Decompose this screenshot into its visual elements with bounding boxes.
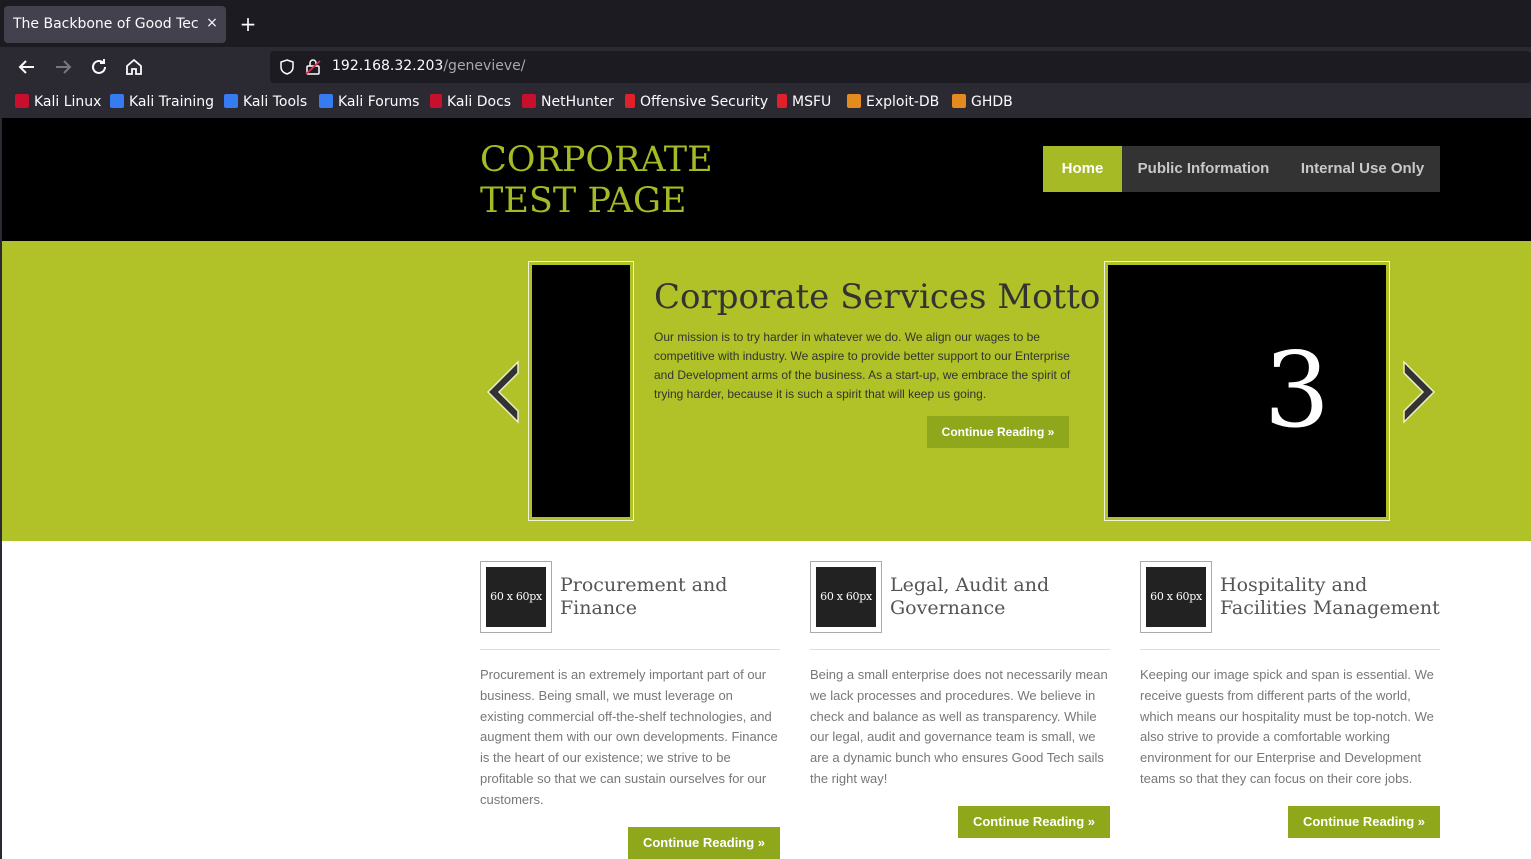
bookmark-label: Offensive Security bbox=[640, 94, 769, 110]
bookmark-kali-training[interactable]: Kali Training bbox=[110, 94, 214, 112]
nethunter-icon bbox=[522, 94, 536, 108]
hero-slider: Corporate Services Motto Our mission is … bbox=[2, 241, 1531, 541]
feature-title: Legal, Audit and Governance bbox=[890, 574, 1050, 619]
offsec-icon bbox=[625, 94, 635, 108]
site-header: CORPORATE TEST PAGE Home Public Informat… bbox=[2, 118, 1531, 241]
bookmarks-toolbar: Kali Linux Kali Training Kali Tools Kali… bbox=[0, 87, 1531, 118]
feature-text: Being a small enterprise does not necess… bbox=[810, 667, 1108, 786]
bookmark-kali-docs[interactable]: Kali Docs bbox=[430, 94, 511, 112]
thumbnail-image[interactable]: 60 x 60px bbox=[810, 561, 882, 633]
bookmark-ghdb[interactable]: GHDB bbox=[952, 94, 1013, 112]
divider bbox=[810, 649, 1110, 650]
slide-image-right[interactable]: 3 bbox=[1104, 261, 1390, 521]
bookmark-label: Kali Linux bbox=[34, 94, 102, 110]
bookmark-offensive-security[interactable]: Offensive Security bbox=[625, 94, 768, 112]
bookmark-label: NetHunter bbox=[541, 94, 614, 110]
bookmark-label: Kali Tools bbox=[243, 94, 308, 110]
forward-arrow-icon[interactable] bbox=[51, 55, 75, 79]
active-tab[interactable]: The Backbone of Good Tech × bbox=[4, 6, 226, 43]
ghdb-icon bbox=[952, 94, 966, 108]
nav-public-information[interactable]: Public Information bbox=[1122, 146, 1285, 192]
navigation-toolbar: 192.168.32.203/genevieve/ bbox=[0, 47, 1531, 87]
new-tab-button[interactable]: + bbox=[236, 12, 260, 36]
home-icon[interactable] bbox=[122, 55, 146, 79]
page-viewport: CORPORATE TEST PAGE Home Public Informat… bbox=[2, 118, 1531, 859]
thumbnail-image[interactable]: 60 x 60px bbox=[480, 561, 552, 633]
tab-title: The Backbone of Good Tech bbox=[13, 16, 199, 32]
logo-line-1: CORPORATE bbox=[480, 140, 713, 180]
tab-bar: The Backbone of Good Tech × + bbox=[0, 0, 1531, 47]
bookmark-label: Kali Docs bbox=[447, 94, 512, 110]
slide-image-right-inner: 3 bbox=[1108, 265, 1386, 517]
url-path: /genevieve/ bbox=[443, 58, 526, 74]
msfu-icon bbox=[777, 94, 787, 108]
kali-training-icon bbox=[110, 94, 124, 108]
kali-icon bbox=[15, 94, 29, 108]
bookmark-kali-forums[interactable]: Kali Forums bbox=[319, 94, 419, 112]
feature-title: Procurement and Finance bbox=[560, 574, 728, 619]
thumbnail-placeholder: 60 x 60px bbox=[486, 567, 546, 627]
url-bar[interactable]: 192.168.32.203/genevieve/ bbox=[270, 51, 1531, 83]
thumbnail-image[interactable]: 60 x 60px bbox=[1140, 561, 1212, 633]
bookmark-label: GHDB bbox=[971, 94, 1013, 110]
reload-icon[interactable] bbox=[87, 55, 111, 79]
bookmark-label: Kali Forums bbox=[338, 94, 420, 110]
feature-text: Keeping our image spick and span is esse… bbox=[1140, 667, 1434, 786]
bookmark-label: MSFU bbox=[792, 94, 832, 110]
bookmark-exploit-db[interactable]: Exploit-DB bbox=[847, 94, 939, 112]
slider-next-arrow-icon[interactable] bbox=[1398, 359, 1438, 425]
back-arrow-icon[interactable] bbox=[15, 55, 39, 79]
kali-forums-icon bbox=[319, 94, 333, 108]
close-tab-icon[interactable]: × bbox=[202, 12, 222, 34]
shield-icon[interactable] bbox=[278, 58, 296, 76]
thumbnail-placeholder: 60 x 60px bbox=[816, 567, 876, 627]
divider bbox=[1140, 649, 1440, 650]
nav-internal-use-only[interactable]: Internal Use Only bbox=[1285, 146, 1440, 192]
main-nav: Home Public Information Internal Use Onl… bbox=[1043, 146, 1440, 192]
bookmark-kali-linux[interactable]: Kali Linux bbox=[15, 94, 101, 112]
url-host: 192.168.32.203 bbox=[332, 58, 444, 74]
continue-reading-button[interactable]: Continue Reading » bbox=[1288, 806, 1440, 838]
bookmark-kali-tools[interactable]: Kali Tools bbox=[224, 94, 307, 112]
feature-title: Hospitality and Facilities Management bbox=[1220, 574, 1440, 619]
feature-text: Procurement is an extremely important pa… bbox=[480, 667, 778, 807]
hero-title: Corporate Services Motto bbox=[654, 277, 1101, 317]
continue-reading-button[interactable]: Continue Reading » bbox=[628, 827, 780, 859]
bookmark-label: Exploit-DB bbox=[866, 94, 940, 110]
bookmark-nethunter[interactable]: NetHunter bbox=[522, 94, 614, 112]
kali-tools-icon bbox=[224, 94, 238, 108]
continue-reading-button[interactable]: Continue Reading » bbox=[958, 806, 1110, 838]
slider-prev-arrow-icon[interactable] bbox=[484, 359, 524, 425]
kali-docs-icon bbox=[430, 94, 442, 108]
insecure-lock-icon[interactable] bbox=[304, 58, 322, 76]
thumbnail-placeholder: 60 x 60px bbox=[1146, 567, 1206, 627]
hero-continue-reading-button[interactable]: Continue Reading » bbox=[927, 416, 1069, 448]
hero-text: Our mission is to try harder in whatever… bbox=[654, 330, 1071, 401]
slide-image-left-inner bbox=[532, 265, 630, 517]
bookmark-msfu[interactable]: MSFU bbox=[777, 94, 831, 112]
logo-line-2: TEST PAGE bbox=[480, 181, 687, 221]
slide-number: 3 bbox=[1263, 329, 1331, 451]
slide-image-left[interactable] bbox=[528, 261, 634, 521]
url-text[interactable]: 192.168.32.203/genevieve/ bbox=[332, 58, 525, 74]
nav-home[interactable]: Home bbox=[1043, 146, 1122, 192]
site-logo[interactable]: CORPORATE TEST PAGE bbox=[480, 140, 713, 222]
exploitdb-icon bbox=[847, 94, 861, 108]
divider bbox=[480, 649, 780, 650]
bookmark-label: Kali Training bbox=[129, 94, 214, 110]
